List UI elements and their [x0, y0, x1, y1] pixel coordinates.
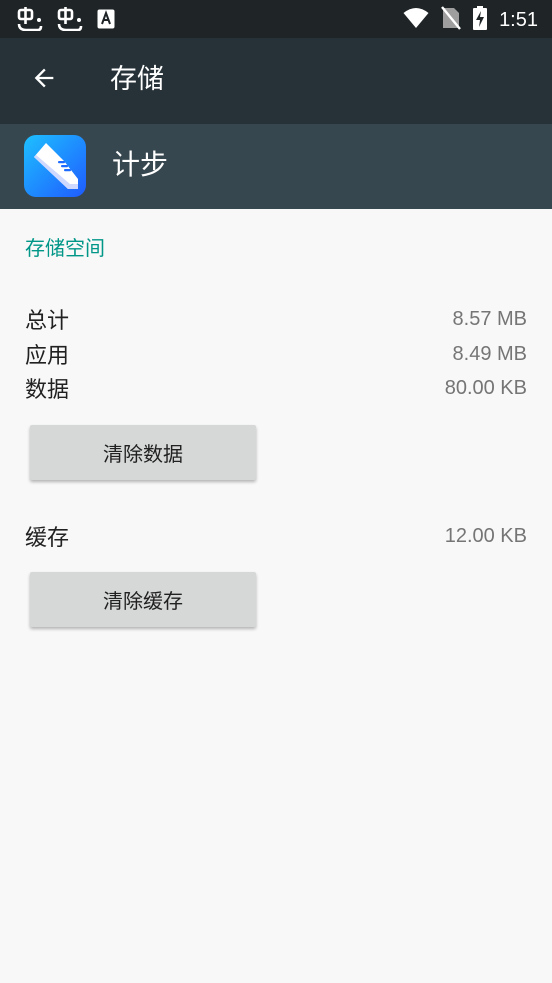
storage-value: 80.00 KB	[444, 376, 527, 399]
arrow-back-icon	[30, 64, 58, 96]
app-notification-icon	[16, 7, 44, 35]
storage-value: 8.57 MB	[452, 307, 527, 330]
storage-row-app: 应用 8.49 MB	[25, 337, 527, 371]
app-icon	[24, 135, 86, 197]
clear-data-button[interactable]: 清除数据	[30, 425, 256, 480]
cache-label: 缓存	[25, 526, 70, 551]
wifi-icon	[403, 7, 429, 33]
storage-row-total: 总计 8.57 MB	[25, 302, 527, 336]
no-sim-icon	[441, 6, 461, 34]
storage-row-data: 数据 80.00 KB	[25, 371, 527, 405]
battery-charging-icon	[473, 6, 488, 34]
section-title-storage: 存储空间	[25, 236, 105, 260]
storage-label: 总计	[25, 309, 70, 334]
toolbar: 存储	[0, 38, 552, 124]
shoe-icon	[34, 143, 78, 189]
storage-label: 应用	[25, 344, 70, 369]
cache-value: 12.00 KB	[444, 524, 527, 547]
page-title: 存储	[110, 64, 164, 95]
status-bar-notifications	[16, 7, 116, 35]
storage-label: 数据	[25, 378, 70, 403]
status-time: 1:51	[499, 9, 538, 31]
app-name: 计步	[112, 148, 169, 181]
status-bar: 1:51	[0, 0, 552, 38]
app-header: 计步	[0, 124, 552, 209]
a-notification-icon	[96, 8, 116, 34]
back-button[interactable]	[24, 60, 64, 100]
status-bar-system: 1:51	[403, 6, 538, 34]
storage-value: 8.49 MB	[452, 342, 527, 365]
app-notification-icon	[56, 7, 84, 35]
clear-cache-button[interactable]: 清除缓存	[30, 572, 256, 627]
storage-row-cache: 缓存 12.00 KB	[25, 519, 527, 553]
